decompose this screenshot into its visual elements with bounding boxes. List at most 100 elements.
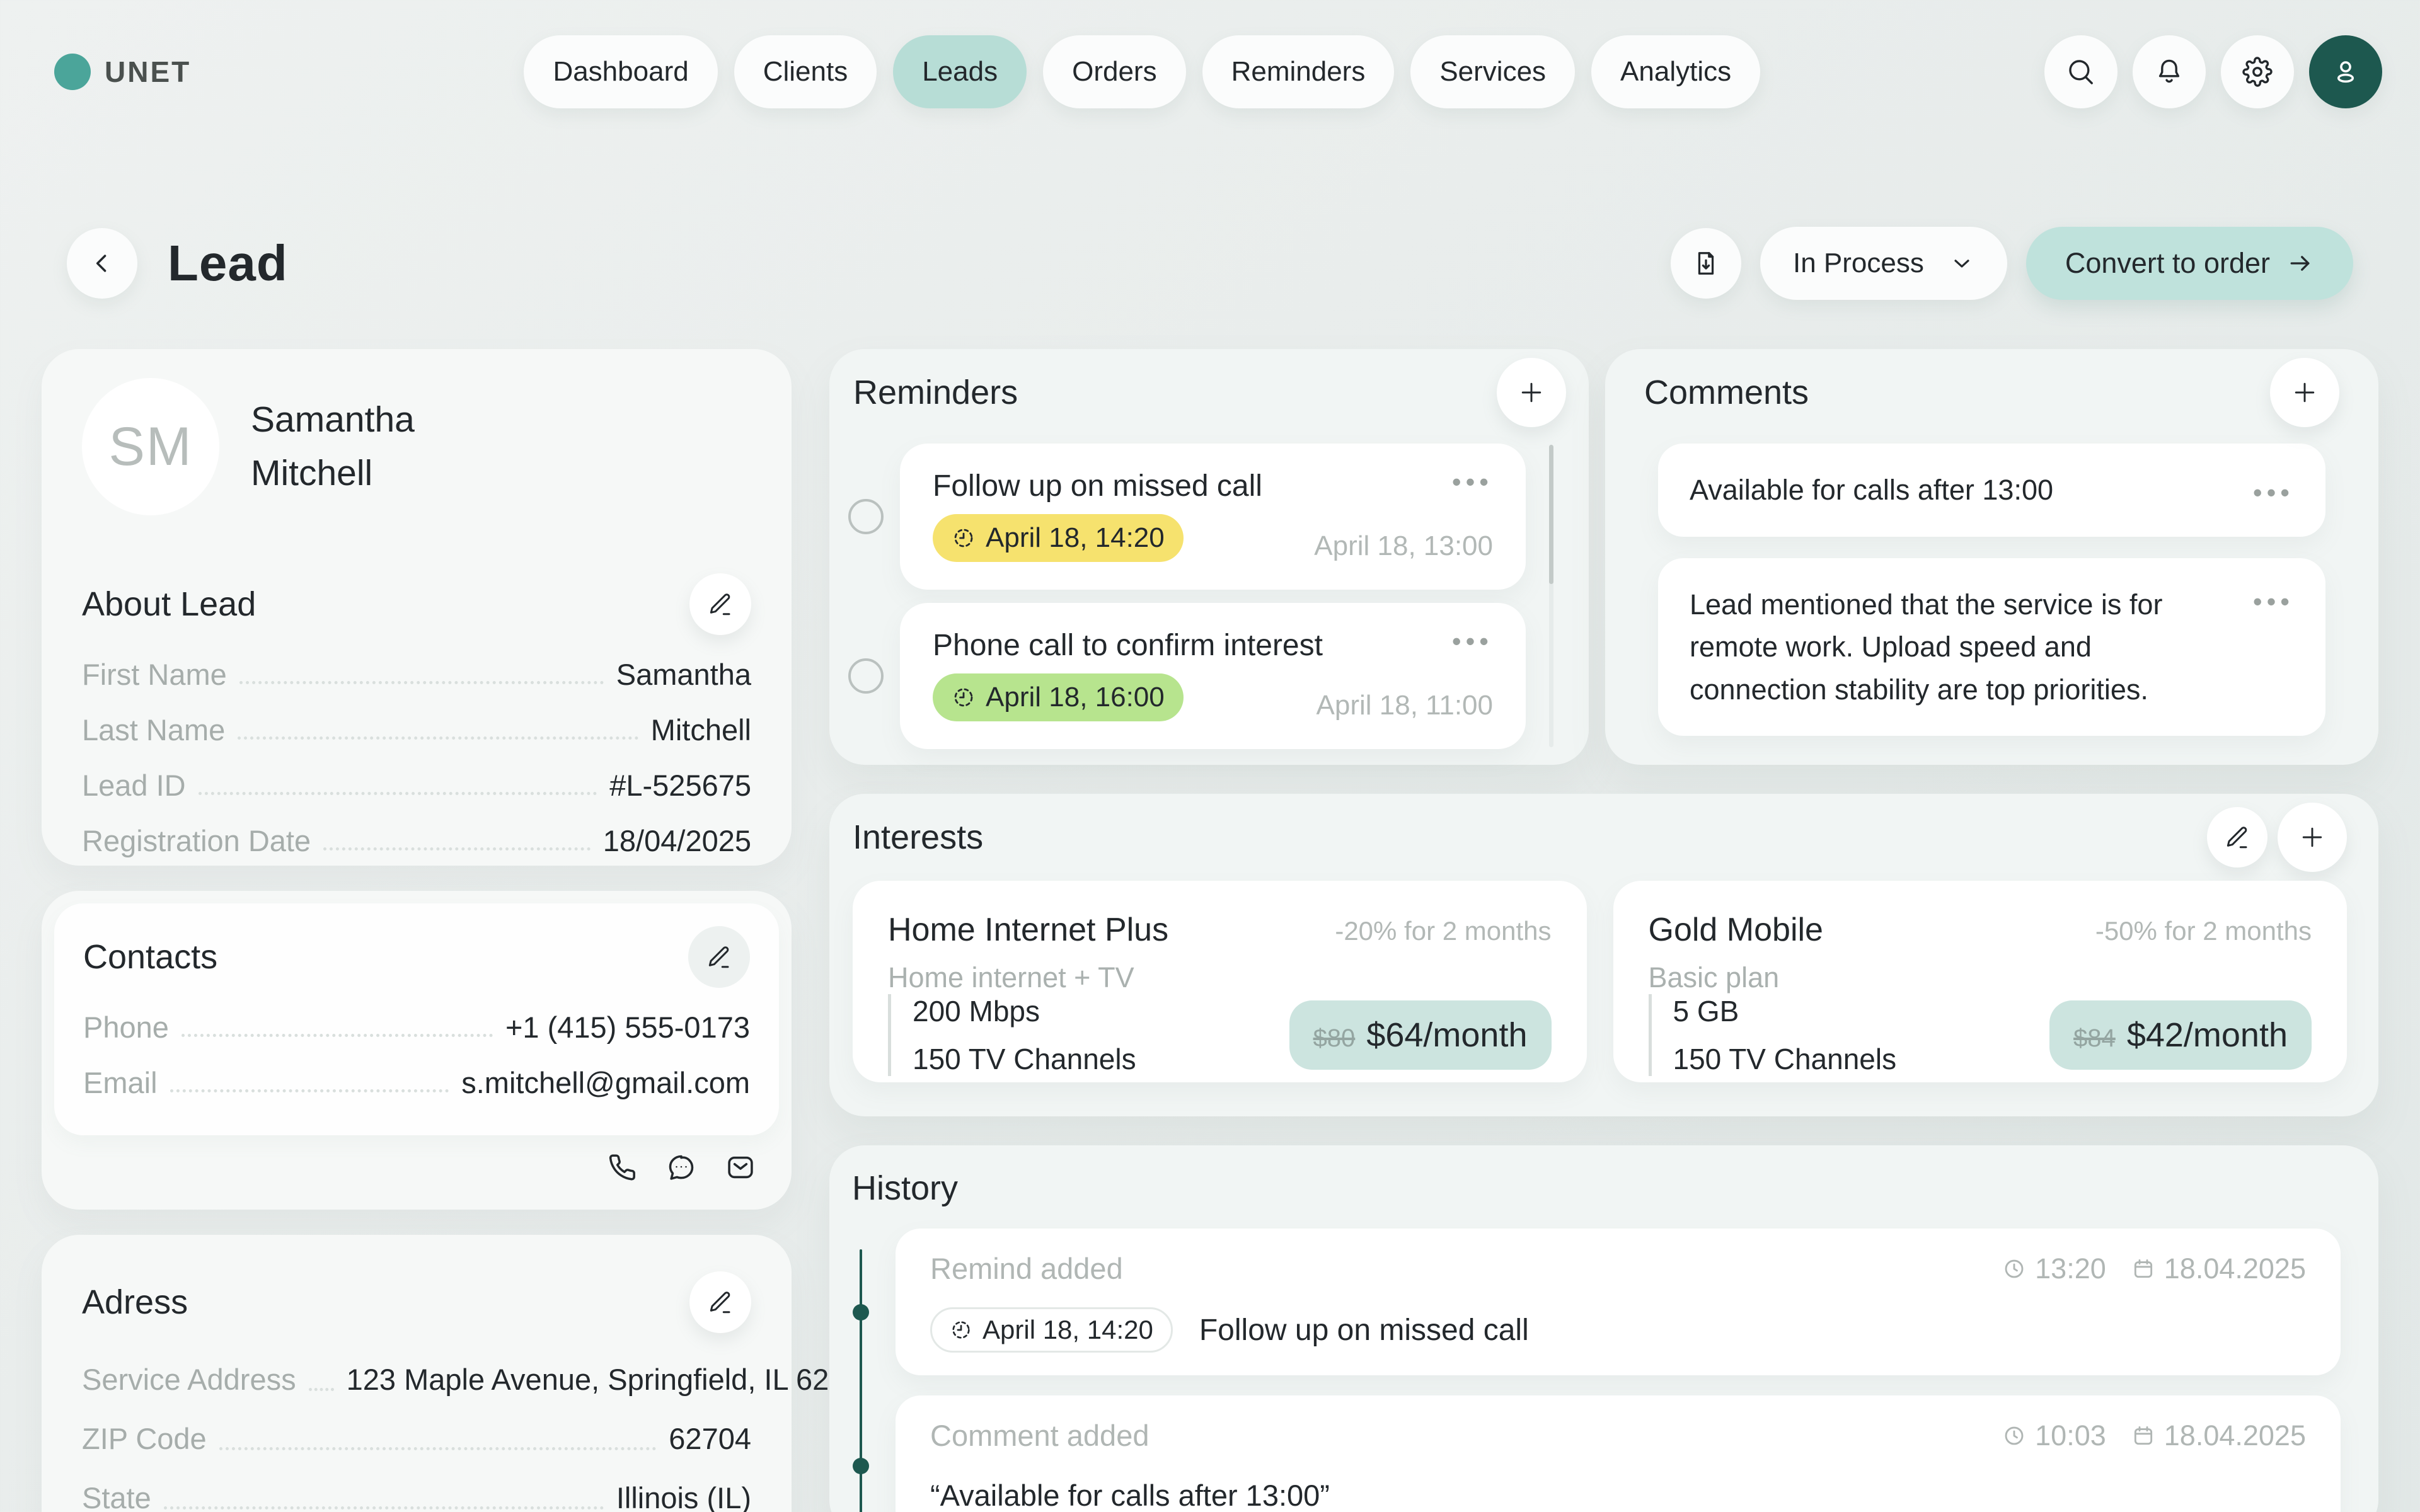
- reminder-menu-button[interactable]: •••: [1452, 628, 1493, 655]
- back-button[interactable]: [67, 228, 137, 299]
- interest-plan-card: Home Internet Plus Home internet + TV -2…: [853, 881, 1587, 1082]
- reminders-scrollbar[interactable]: [1549, 445, 1553, 747]
- reminders-scrollbar-thumb[interactable]: [1549, 445, 1553, 584]
- plan-price-badge: $80 $64/month: [1289, 1000, 1552, 1070]
- pencil-icon: [706, 944, 732, 970]
- contact-row-email: Emails.mitchell@gmail.com: [83, 1055, 750, 1110]
- dotted-clock-icon: [952, 685, 976, 709]
- add-interest-button[interactable]: [2278, 803, 2347, 872]
- plan-price-badge: $84 $42/month: [2049, 1000, 2312, 1070]
- lead-summary-column: SM Samantha Mitchell About Lead: [42, 349, 792, 1512]
- clock-icon: [2002, 1257, 2026, 1281]
- interests-panel: Interests: [829, 794, 2378, 1116]
- edit-interests-button[interactable]: [2207, 807, 2267, 868]
- interest-plan-card: Gold Mobile Basic plan -50% for 2 months…: [1613, 881, 2348, 1082]
- message-action-icon[interactable]: [666, 1152, 697, 1183]
- reminder-checkbox[interactable]: [848, 658, 884, 694]
- calendar-icon: [2131, 1424, 2155, 1448]
- about-row-last-name: Last NameMitchell: [82, 702, 751, 757]
- plan-discount: -20% for 2 months: [1335, 916, 1551, 946]
- plan-old-price: $84: [2073, 1024, 2116, 1053]
- comments-title: Comments: [1644, 373, 1809, 412]
- history-event-date: 18.04.2025: [2164, 1252, 2306, 1285]
- add-reminder-button[interactable]: [1497, 358, 1566, 427]
- plan-price: $42/month: [2127, 1016, 2288, 1055]
- reminder-title: Phone call to confirm interest: [933, 628, 1323, 663]
- convert-to-order-label: Convert to order: [2065, 247, 2270, 280]
- reminder-due-badge: April 18, 14:20: [933, 514, 1184, 562]
- contacts-card: Contacts Phone+1 (415) 555-0173: [42, 891, 792, 1210]
- chevron-left-icon: [88, 249, 116, 277]
- file-download-icon: [1691, 249, 1720, 278]
- plus-icon: [1518, 379, 1545, 406]
- edit-about-button[interactable]: [689, 573, 751, 635]
- reminder-item: Phone call to confirm interest •••: [848, 602, 1526, 750]
- history-remind-badge: April 18, 14:20: [930, 1307, 1173, 1353]
- plan-price: $64/month: [1366, 1016, 1527, 1055]
- history-list: Remind added 13:20: [896, 1228, 2341, 1512]
- plus-icon: [2291, 379, 2319, 406]
- reminder-card: Phone call to confirm interest •••: [900, 603, 1526, 749]
- comment-card: Lead mentioned that the service is for r…: [1658, 558, 2325, 736]
- clock-icon: [2002, 1424, 2026, 1448]
- address-title: Adress: [82, 1283, 188, 1322]
- brand-name: UNET: [105, 55, 191, 89]
- profile-button[interactable]: [2309, 35, 2382, 108]
- history-event-label: Remind added: [930, 1251, 1123, 1286]
- address-card: Adress Service Address123 Maple Avenue, …: [42, 1235, 792, 1512]
- email-action-icon[interactable]: [725, 1152, 756, 1183]
- export-button[interactable]: [1671, 228, 1741, 299]
- brand-logo-icon: [54, 54, 91, 90]
- add-comment-button[interactable]: [2270, 358, 2339, 427]
- plus-icon: [2298, 823, 2326, 851]
- search-icon: [2066, 57, 2096, 87]
- page-header: Lead In Process Convert to order: [0, 227, 2420, 300]
- interests-title: Interests: [853, 818, 983, 857]
- comment-card: Available for calls after 13:00 •••: [1658, 444, 2325, 537]
- history-event-label: Comment added: [930, 1418, 1149, 1453]
- edit-contacts-button[interactable]: [688, 926, 750, 988]
- chevron-down-icon: [1949, 251, 1974, 276]
- lead-first-name: Samantha: [251, 393, 415, 447]
- topbar-actions: [2044, 35, 2382, 108]
- nav-item-analytics[interactable]: Analytics: [1591, 35, 1760, 108]
- comment-menu-button[interactable]: •••: [2253, 588, 2294, 711]
- nav-item-leads[interactable]: Leads: [893, 35, 1027, 108]
- nav-item-clients[interactable]: Clients: [734, 35, 877, 108]
- about-row-first-name: First NameSamantha: [82, 646, 751, 702]
- nav-item-services[interactable]: Services: [1410, 35, 1575, 108]
- reminder-item: Follow up on missed call •••: [848, 442, 1526, 590]
- convert-to-order-button[interactable]: Convert to order: [2026, 227, 2353, 300]
- nav-item-dashboard[interactable]: Dashboard: [524, 35, 717, 108]
- address-row-zip: ZIP Code62704: [82, 1409, 751, 1468]
- plan-features: 5 GB 150 TV Channels: [1649, 994, 1897, 1076]
- nav-item-orders[interactable]: Orders: [1043, 35, 1185, 108]
- reminder-menu-button[interactable]: •••: [1452, 469, 1493, 495]
- pencil-icon: [2224, 824, 2250, 850]
- reminders-panel: Reminders Follow up on missed call: [829, 349, 1589, 765]
- nav-item-reminders[interactable]: Reminders: [1202, 35, 1395, 108]
- calendar-icon: [2131, 1257, 2155, 1281]
- comment-text: Lead mentioned that the service is for r…: [1690, 583, 2230, 711]
- reminder-created-at: April 18, 13:00: [1314, 530, 1493, 562]
- about-lead-title: About Lead: [82, 585, 256, 624]
- search-button[interactable]: [2044, 35, 2118, 108]
- reminder-checkbox[interactable]: [848, 499, 884, 534]
- notifications-button[interactable]: [2133, 35, 2206, 108]
- history-event-date: 18.04.2025: [2164, 1419, 2306, 1452]
- edit-address-button[interactable]: [689, 1271, 751, 1333]
- call-action-icon[interactable]: [606, 1152, 638, 1183]
- history-event-text: Follow up on missed call: [1199, 1313, 1529, 1348]
- lead-status-value: In Process: [1793, 248, 1924, 279]
- arrow-right-icon: [2286, 249, 2314, 277]
- contact-row-phone: Phone+1 (415) 555-0173: [83, 999, 750, 1055]
- settings-button[interactable]: [2221, 35, 2294, 108]
- about-lead-card: SM Samantha Mitchell About Lead: [42, 349, 792, 866]
- user-icon: [2330, 56, 2361, 88]
- lead-status-select[interactable]: In Process: [1760, 227, 2007, 300]
- history-event-remind-added: Remind added 13:20: [896, 1228, 2341, 1375]
- reminders-list: Follow up on missed call •••: [848, 442, 1566, 750]
- timeline-dot: [853, 1304, 869, 1320]
- history-event-time: 13:20: [2035, 1252, 2106, 1285]
- comment-menu-button[interactable]: •••: [2253, 479, 2294, 506]
